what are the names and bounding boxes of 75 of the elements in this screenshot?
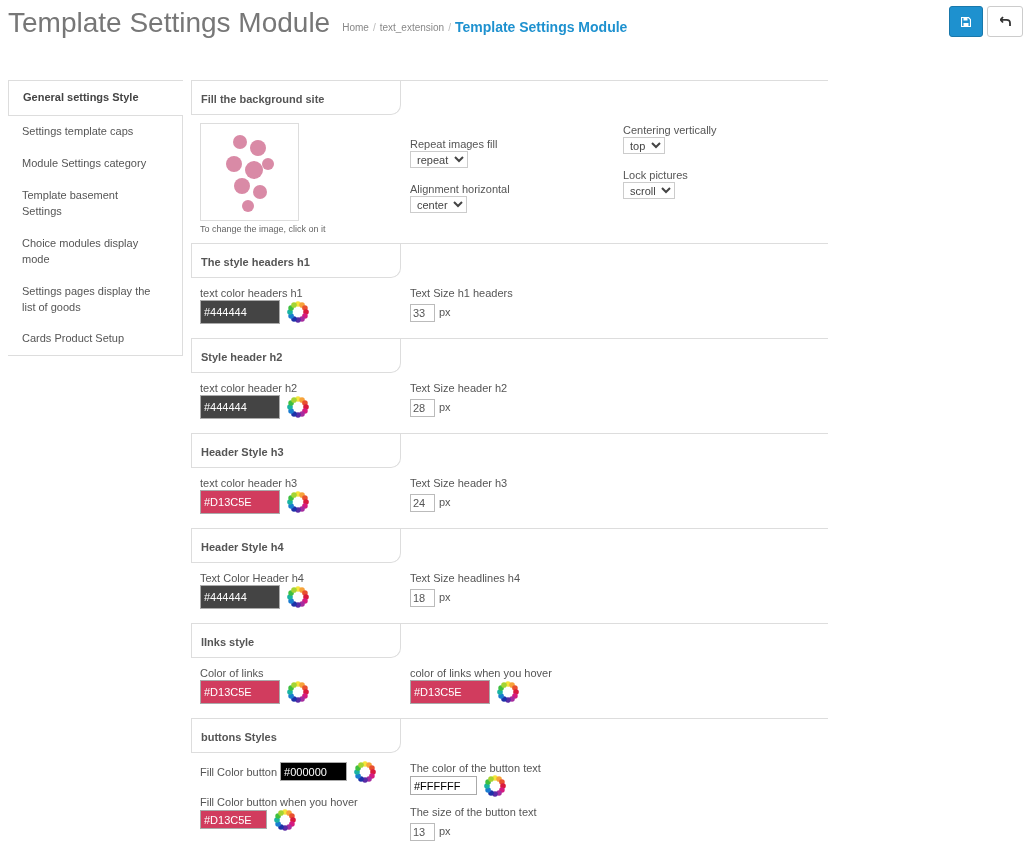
size-field[interactable]: 24 — [410, 493, 435, 512]
unit-label: px — [439, 495, 451, 511]
sidebar-item[interactable]: Module Settings category — [8, 147, 183, 180]
color-wheel-icon[interactable] — [287, 585, 309, 608]
sidebar-item[interactable]: Cards Product Setup — [8, 323, 183, 356]
field-label: Color of links — [200, 665, 265, 680]
page-title: Template Settings Module — [8, 6, 331, 40]
dropdown[interactable]: center — [410, 196, 467, 213]
breadcrumb-link[interactable]: Template Settings Module — [454, 17, 628, 39]
save-button[interactable] — [949, 6, 983, 37]
size-field[interactable]: 18 — [410, 588, 435, 607]
field-label: The color of the button text — [410, 760, 542, 775]
color-wheel-icon[interactable] — [287, 680, 309, 703]
section-heading: Fill the background site — [191, 81, 401, 115]
size-field[interactable]: 33 — [410, 303, 435, 322]
field-label: Fill Color button when you hover — [200, 794, 359, 809]
color-field[interactable]: #000000 — [280, 762, 348, 781]
color-field[interactable]: #444444 — [200, 299, 280, 324]
breadcrumb-link[interactable]: Home — [342, 20, 369, 36]
field-label: Alignment horizontal — [410, 182, 511, 196]
color-field[interactable]: #D13C5E — [200, 810, 267, 829]
save-icon — [961, 16, 971, 27]
dropdown[interactable]: scroll — [623, 182, 675, 199]
field-label: Text Color Header h4 — [200, 570, 305, 585]
sidebar-item[interactable]: Choice modules display mode — [8, 227, 183, 276]
sidebar-item[interactable]: Settings template caps — [8, 115, 183, 148]
color-wheel-icon[interactable] — [274, 808, 296, 831]
color-field[interactable]: #444444 — [200, 394, 280, 419]
size-field[interactable]: 28 — [410, 398, 435, 417]
sidebar-item[interactable]: General settings Style — [8, 80, 183, 116]
unit-label: px — [439, 305, 451, 321]
dropdown[interactable]: repeat — [410, 151, 468, 168]
field-label: Text Size header h2 — [410, 380, 509, 395]
section-heading: Style header h2 — [191, 338, 401, 373]
color-field[interactable]: #D13C5E — [410, 679, 490, 704]
dropdown[interactable]: top — [623, 137, 665, 154]
unit-label: px — [439, 824, 451, 840]
field-label: text color header h2 — [200, 380, 299, 395]
color-wheel-icon[interactable] — [484, 774, 506, 797]
breadcrumb-link[interactable]: text_extension — [379, 20, 445, 36]
color-wheel-icon[interactable] — [287, 395, 309, 418]
section-heading: Header Style h4 — [191, 528, 401, 563]
unit-label: px — [439, 590, 451, 606]
field-label: Text Size headlines h4 — [410, 570, 522, 585]
breadcrumb-separator: / — [448, 21, 451, 36]
undo-arrow-icon — [999, 16, 1011, 27]
color-field[interactable]: #D13C5E — [200, 679, 280, 704]
field-label: text color headers h1 — [200, 285, 304, 300]
color-field[interactable]: #FFFFFF — [410, 776, 477, 795]
field-label: Text Size h1 headers — [410, 285, 514, 300]
section-heading: buttons Styles — [191, 718, 401, 753]
color-wheel-icon[interactable] — [497, 680, 519, 703]
field-label: color of links when you hover — [410, 665, 553, 680]
sidebar-item[interactable]: Template basement Settings — [8, 179, 183, 228]
image-caption: To change the image, click on it — [200, 223, 327, 236]
breadcrumb-separator: / — [372, 21, 376, 36]
field-label: The size of the button text — [410, 804, 538, 819]
field-label: Fill Color button — [200, 764, 278, 779]
section-heading: The style headers h1 — [191, 243, 401, 278]
field-label: Centering vertically — [623, 123, 718, 137]
color-wheel-icon[interactable] — [287, 300, 309, 323]
color-wheel-icon[interactable] — [287, 490, 309, 513]
size-field[interactable]: 13 — [410, 822, 435, 841]
sidebar-item[interactable]: Settings pages display the list of goods — [8, 275, 183, 324]
back-button[interactable] — [987, 6, 1023, 37]
color-wheel-icon[interactable] — [354, 760, 377, 783]
field-label: Text Size header h3 — [410, 475, 509, 490]
field-label: text color header h3 — [200, 475, 299, 490]
color-field[interactable]: #D13C5E — [200, 489, 280, 514]
color-field[interactable]: #444444 — [200, 584, 280, 609]
section-heading: lInks style — [191, 623, 401, 658]
field-label: Lock pictures — [623, 168, 689, 182]
section-heading: Header Style h3 — [191, 433, 401, 468]
unit-label: px — [439, 400, 451, 416]
field-label: Repeat images fill — [410, 137, 499, 151]
